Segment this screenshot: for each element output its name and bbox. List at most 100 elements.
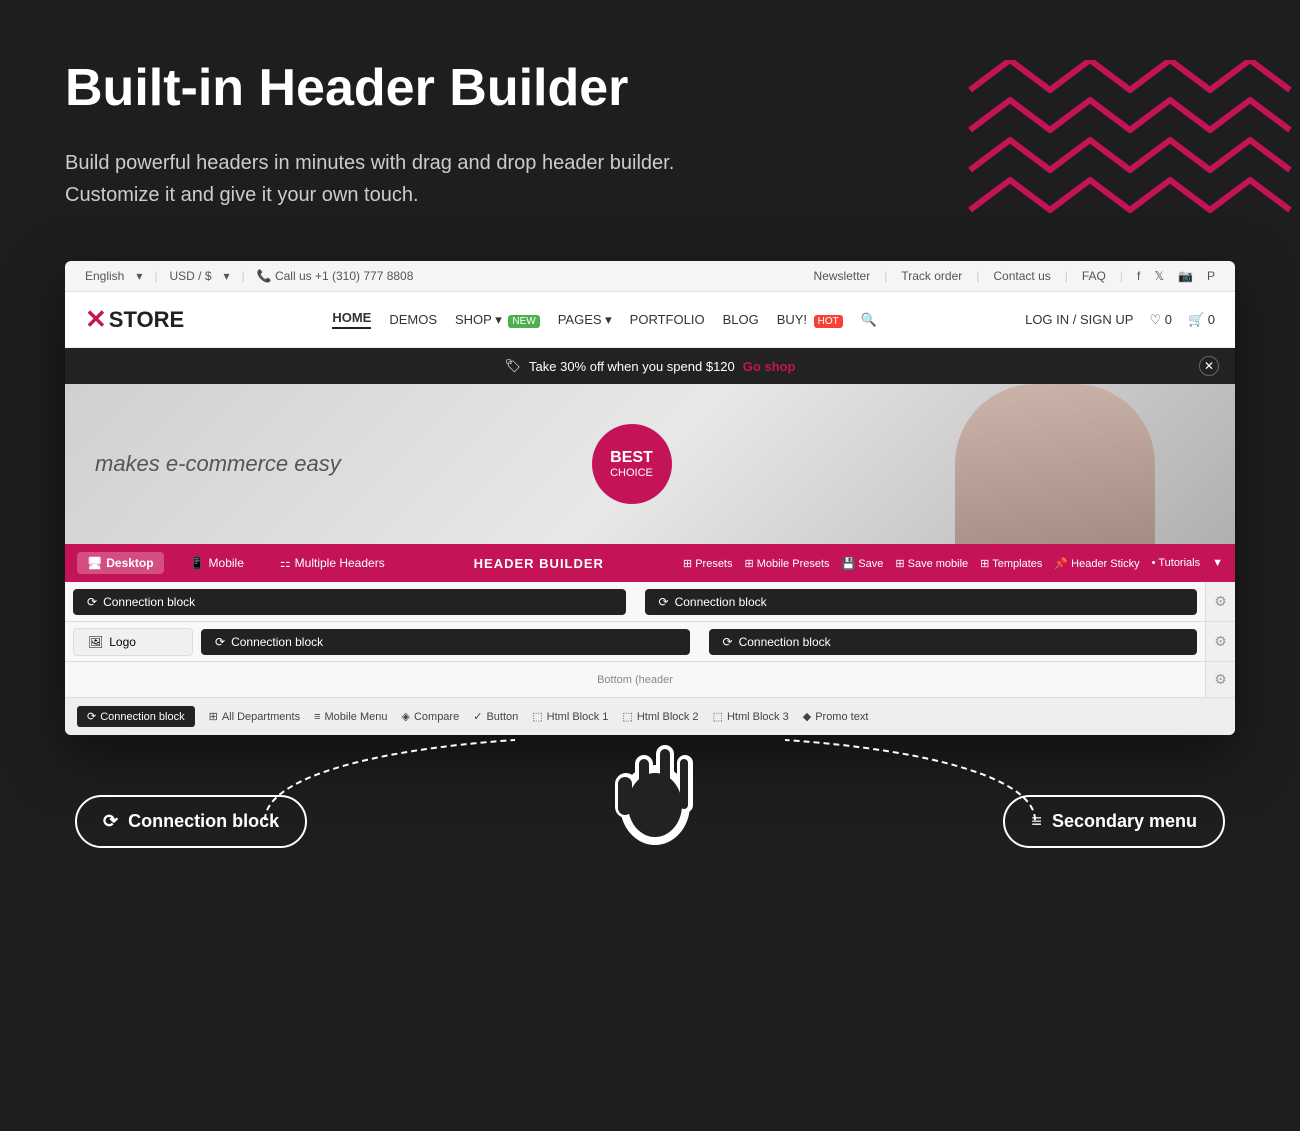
nav-portfolio[interactable]: PORTFOLIO	[630, 312, 705, 327]
language-selector[interactable]: English	[85, 269, 124, 283]
wishlist-icon[interactable]: ♡ 0	[1149, 312, 1172, 328]
connection-block-2a[interactable]: ⟳ Connection block	[201, 629, 690, 655]
currency-selector[interactable]: USD / $	[170, 269, 212, 283]
builder-actions: ⊞ Presets ⊞ Mobile Presets 💾 Save ⊞ Save…	[683, 557, 1223, 570]
promo-close-button[interactable]: ✕	[1199, 356, 1219, 376]
promo-link[interactable]: Go shop	[743, 359, 796, 374]
cart-icon[interactable]: 🛒 0	[1188, 312, 1215, 328]
topbar-left: English ▾ | USD / $ ▾ | 📞 Call us +1 (31…	[85, 269, 413, 283]
tool-html-block-3[interactable]: ⬚ Html Block 3	[713, 710, 789, 723]
nav-buy[interactable]: BUY! HOT	[777, 312, 843, 327]
store-hero: makes e-commerce easy BEST CHOICE	[65, 384, 1235, 544]
row-3-label: Bottom (header	[73, 670, 1197, 690]
hero-image	[955, 384, 1155, 544]
tab-multiple-headers[interactable]: ⚏ Multiple Headers	[270, 552, 395, 574]
row-3-settings[interactable]: ⚙	[1205, 662, 1235, 697]
logo-text: STORE	[109, 307, 184, 333]
logo-x-icon: ✕	[85, 304, 107, 335]
connection-icon-4: ⟳	[723, 635, 733, 649]
row-1-settings[interactable]: ⚙	[1205, 582, 1235, 621]
save-mobile-action[interactable]: ⊞ Save mobile	[895, 557, 968, 570]
connection-block-callout: ⟳ Connection block	[75, 795, 307, 848]
connection-callout-icon: ⟳	[103, 811, 118, 832]
builder-row-3: Bottom (header ⚙	[65, 662, 1235, 698]
nav-home[interactable]: HOME	[332, 310, 371, 329]
tool-connection-block[interactable]: ⟳ Connection block	[77, 706, 195, 727]
social-twitter[interactable]: 𝕏	[1154, 269, 1164, 283]
promo-text: Take 30% off when you spend $120	[529, 359, 735, 374]
tool-mobile-menu-icon: ≡	[314, 711, 320, 723]
connection-icon-2: ⟳	[659, 595, 669, 609]
header-builder-bar: 🖥 Desktop 📱 Mobile ⚏ Multiple Headers HE…	[65, 544, 1235, 582]
menu-callout-label: Secondary menu	[1052, 811, 1197, 832]
hand-cursor-icon	[590, 695, 720, 855]
secondary-menu-callout: ≡ Secondary menu	[1003, 795, 1225, 848]
mobile-presets-action[interactable]: ⊞ Mobile Presets	[745, 557, 830, 570]
connection-icon-3: ⟳	[215, 635, 225, 649]
page-title: Built-in Header Builder	[65, 60, 745, 117]
track-order-link[interactable]: Track order	[901, 269, 962, 283]
tab-mobile[interactable]: 📱 Mobile	[180, 552, 254, 574]
browser-mockup: English ▾ | USD / $ ▾ | 📞 Call us +1 (31…	[65, 261, 1235, 735]
builder-row-1: ⟳ Connection block ⟳ Connection block ⚙	[65, 582, 1235, 622]
phone-number: 📞 Call us +1 (310) 777 8808	[257, 269, 414, 283]
collapse-icon[interactable]: ▼	[1212, 557, 1223, 569]
mobile-icon: 📱	[190, 556, 205, 570]
desktop-icon: 🖥	[87, 556, 102, 570]
tool-compare[interactable]: ◈ Compare	[402, 710, 460, 723]
social-instagram[interactable]: 📷	[1178, 269, 1193, 283]
nav-links: HOME DEMOS SHOP ▾ NEW PAGES ▾ PORTFOLIO …	[332, 310, 877, 329]
save-action[interactable]: 💾 Save	[842, 557, 884, 570]
store-navbar: ✕ STORE HOME DEMOS SHOP ▾ NEW PAGES ▾ PO…	[65, 292, 1235, 348]
store-logo[interactable]: ✕ STORE	[85, 304, 184, 335]
templates-action[interactable]: ⊞ Templates	[980, 557, 1042, 570]
tool-button[interactable]: ✓ Button	[473, 710, 518, 723]
login-link[interactable]: LOG IN / SIGN UP	[1025, 312, 1133, 327]
topbar-right: Newsletter | Track order | Contact us | …	[814, 269, 1215, 283]
connection-icon: ⟳	[87, 595, 97, 609]
nav-blog[interactable]: BLOG	[723, 312, 759, 327]
connection-block-1b[interactable]: ⟳ Connection block	[645, 589, 1198, 615]
promo-icon: 🏷	[505, 358, 522, 374]
tool-mobile-menu[interactable]: ≡ Mobile Menu	[314, 711, 387, 723]
newsletter-link[interactable]: Newsletter	[814, 269, 871, 283]
menu-callout-icon: ≡	[1031, 811, 1042, 832]
tool-all-departments[interactable]: ⊞ All Departments	[209, 710, 300, 723]
tool-html1-icon: ⬚	[532, 710, 542, 723]
row-2-settings[interactable]: ⚙	[1205, 622, 1235, 661]
presets-action[interactable]: ⊞ Presets	[683, 557, 733, 570]
social-facebook[interactable]: f	[1137, 269, 1140, 283]
contact-link[interactable]: Contact us	[993, 269, 1050, 283]
connection-block-1a[interactable]: ⟳ Connection block	[73, 589, 626, 615]
builder-title: HEADER BUILDER	[411, 556, 667, 571]
page-subtitle: Build powerful headers in minutes with d…	[65, 147, 845, 211]
header-sticky-action[interactable]: 📌 Header Sticky	[1054, 557, 1139, 570]
tab-desktop[interactable]: 🖥 Desktop	[77, 552, 164, 574]
nav-search-icon[interactable]: 🔍	[861, 312, 877, 328]
tool-compare-icon: ◈	[402, 710, 410, 723]
decorative-zigzag	[950, 60, 1300, 240]
promo-banner: 🏷 Take 30% off when you spend $120 Go sh…	[65, 348, 1235, 384]
connection-callout-label: Connection block	[128, 811, 279, 832]
connection-block-2b[interactable]: ⟳ Connection block	[709, 629, 1198, 655]
multiple-headers-icon: ⚏	[280, 556, 291, 570]
faq-link[interactable]: FAQ	[1082, 269, 1106, 283]
nav-pages[interactable]: PAGES ▾	[558, 312, 612, 328]
builder-row-2: 🖼 Logo ⟳ Connection block ⟳ Connection b…	[65, 622, 1235, 662]
hero-badge: BEST CHOICE	[592, 424, 672, 504]
hero-tagline: makes e-commerce easy	[95, 451, 341, 477]
hand-cursor-area	[590, 695, 720, 860]
tool-promo-text[interactable]: ◆ Promo text	[803, 710, 869, 723]
social-pinterest[interactable]: P	[1207, 269, 1215, 283]
logo-icon: 🖼	[88, 635, 103, 649]
callout-connection: ⟳ Connection block	[75, 795, 307, 848]
nav-actions: LOG IN / SIGN UP ♡ 0 🛒 0	[1025, 312, 1215, 328]
nav-shop[interactable]: SHOP ▾ NEW	[455, 312, 540, 328]
tool-connection-icon: ⟳	[87, 710, 96, 723]
store-topbar: English ▾ | USD / $ ▾ | 📞 Call us +1 (31…	[65, 261, 1235, 292]
tool-departments-icon: ⊞	[209, 710, 218, 723]
page-container: Built-in Header Builder Build powerful h…	[0, 0, 1300, 920]
logo-block[interactable]: 🖼 Logo	[73, 628, 193, 656]
nav-demos[interactable]: DEMOS	[389, 312, 437, 327]
tutorials-action[interactable]: • Tutorials	[1152, 557, 1200, 569]
